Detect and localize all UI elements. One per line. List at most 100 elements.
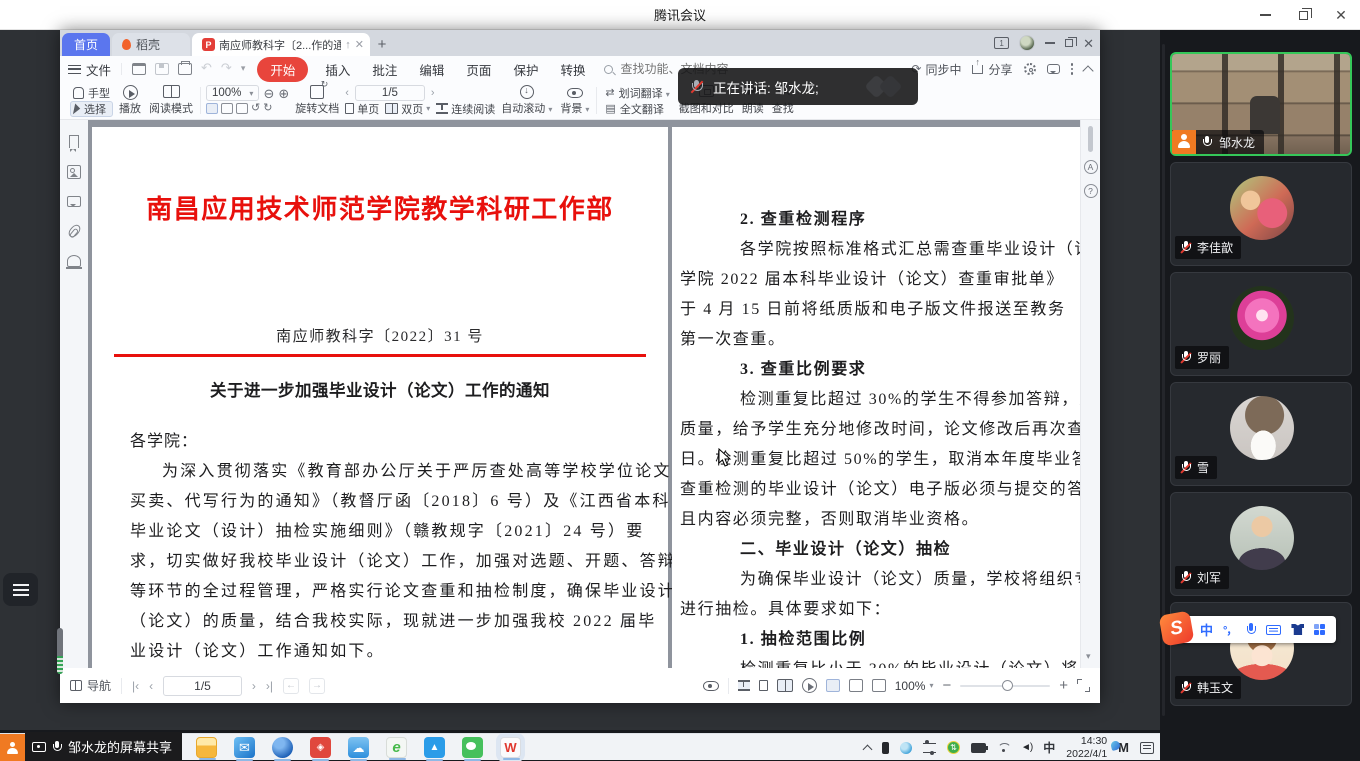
comment-panel-icon[interactable] bbox=[67, 196, 81, 207]
sync-status[interactable]: ⟳同步中 bbox=[911, 61, 961, 78]
select-tool[interactable]: 选择 bbox=[70, 101, 113, 117]
stamp-icon[interactable] bbox=[67, 255, 81, 267]
input-method-bar[interactable]: S 中 °， bbox=[1168, 616, 1336, 643]
last-page-icon[interactable]: ›| bbox=[266, 679, 273, 693]
quickbar-dropdown-icon[interactable]: ▾ bbox=[241, 63, 246, 75]
participant-tile[interactable]: 邹水龙 bbox=[1170, 52, 1352, 156]
menu-item-1[interactable]: 批注 bbox=[361, 57, 408, 82]
minimize-button[interactable] bbox=[1246, 0, 1284, 30]
taskbar-app-appstore[interactable]: ◈ bbox=[310, 737, 331, 758]
zoom-select[interactable]: 100%▾ bbox=[206, 85, 259, 101]
menu-item-2[interactable]: 编辑 bbox=[408, 57, 455, 82]
cloud-upload-icon[interactable]: ↑ bbox=[345, 39, 351, 51]
taskbar-app-wps[interactable]: W bbox=[500, 737, 521, 758]
tab-close-icon[interactable]: ✕ bbox=[355, 38, 364, 51]
zoom-slider[interactable] bbox=[960, 685, 1050, 687]
auto-scroll-tool[interactable]: 自动滚动 ▾ bbox=[497, 84, 556, 117]
bookmark-icon[interactable] bbox=[69, 135, 79, 148]
play-tool[interactable]: 播放 bbox=[115, 84, 145, 117]
fit-actual-icon[interactable] bbox=[206, 103, 218, 114]
lookup-icon[interactable]: A bbox=[1084, 160, 1098, 174]
history-forward-icon[interactable]: → bbox=[309, 678, 325, 694]
notification-center-icon[interactable] bbox=[1140, 742, 1154, 754]
participant-tile[interactable]: 刘军 bbox=[1170, 492, 1352, 596]
status-fit-page-icon[interactable] bbox=[872, 679, 886, 692]
feedback-icon[interactable] bbox=[1047, 64, 1060, 74]
scroll-down-icon[interactable]: ▾ bbox=[1086, 651, 1091, 662]
zoom-slider-knob[interactable] bbox=[1002, 680, 1013, 691]
mail-tray-icon[interactable]: M bbox=[1118, 740, 1129, 755]
more-options-icon[interactable] bbox=[1071, 63, 1074, 75]
menu-item-0[interactable]: 插入 bbox=[314, 57, 361, 82]
menu-item-4[interactable]: 保护 bbox=[502, 57, 549, 82]
ime-keyboard-icon[interactable] bbox=[1266, 625, 1281, 635]
taskbar-app-explorer[interactable] bbox=[196, 737, 217, 758]
hand-tool[interactable]: 手型 bbox=[70, 85, 113, 101]
clock[interactable]: 14:302022/4/1 bbox=[1066, 735, 1107, 760]
gear-icon[interactable] bbox=[1024, 63, 1036, 75]
menu-item-3[interactable]: 页面 bbox=[455, 57, 502, 82]
taskbar-app-gallery[interactable]: ▲ bbox=[424, 737, 445, 758]
participant-tile[interactable]: 雪 bbox=[1170, 382, 1352, 486]
status-continuous-icon[interactable] bbox=[738, 680, 750, 691]
next-page-icon-status[interactable]: › bbox=[252, 679, 256, 693]
pdf-restore-icon[interactable] bbox=[1065, 39, 1073, 47]
participant-tile[interactable]: 罗丽 bbox=[1170, 272, 1352, 376]
rotate-doc-tool[interactable]: 旋转文档 bbox=[291, 84, 343, 117]
mini-scrollbar[interactable] bbox=[57, 628, 63, 674]
pdf-close-icon[interactable]: ✕ bbox=[1083, 37, 1094, 50]
save-icon[interactable] bbox=[155, 63, 169, 75]
status-zoom-value[interactable]: 100%▾ bbox=[895, 679, 934, 693]
print-icon[interactable] bbox=[178, 63, 192, 75]
ime-punctuation[interactable]: °， bbox=[1223, 622, 1236, 638]
settings-slider-icon[interactable] bbox=[923, 743, 936, 753]
prev-page-icon[interactable]: ‹ bbox=[345, 87, 349, 99]
menu-item-5[interactable]: 转换 bbox=[549, 57, 596, 82]
meeting-panel-toggle[interactable] bbox=[3, 573, 38, 606]
collapse-ribbon-icon[interactable] bbox=[1082, 65, 1093, 76]
status-single-page-icon[interactable] bbox=[759, 680, 768, 691]
rotate-left-icon[interactable]: ↺ bbox=[251, 103, 260, 114]
double-page-mode[interactable]: 双页▾ bbox=[385, 101, 430, 117]
taskbar-app-mail[interactable]: ✉ bbox=[234, 737, 255, 758]
ime-toolbox-icon[interactable] bbox=[1314, 624, 1325, 635]
zoom-in-button[interactable]: + bbox=[1059, 678, 1068, 693]
status-double-page-icon[interactable] bbox=[777, 679, 793, 692]
menu-start[interactable]: 开始 bbox=[257, 57, 308, 82]
first-page-icon[interactable]: |‹ bbox=[132, 679, 139, 693]
battery-icon[interactable] bbox=[971, 743, 986, 753]
screen-share-banner[interactable]: 邹水龙的屏幕共享 bbox=[25, 732, 182, 761]
taskbar-app-browser[interactable] bbox=[272, 737, 293, 758]
input-method-indicator[interactable]: 中 bbox=[1043, 739, 1055, 756]
tab-home[interactable]: 首页 bbox=[62, 33, 110, 56]
full-translate-tool[interactable]: ▤全文翻译 bbox=[602, 101, 672, 117]
continuous-mode[interactable]: 连续阅读 bbox=[436, 101, 495, 117]
status-eye-icon[interactable] bbox=[703, 681, 719, 691]
participant-tile[interactable]: 李佳歆 bbox=[1170, 162, 1352, 266]
status-page-indicator[interactable]: 1/5 bbox=[163, 676, 242, 696]
status-fit-actual-icon[interactable] bbox=[826, 679, 840, 692]
rotate-right-icon[interactable]: ↻ bbox=[263, 103, 272, 114]
pdf-minimize-icon[interactable] bbox=[1045, 42, 1055, 43]
scrollbar-thumb[interactable] bbox=[1088, 126, 1093, 152]
help-icon[interactable]: ? bbox=[1084, 184, 1098, 198]
file-menu[interactable]: 文件 bbox=[68, 60, 111, 79]
zoom-out-icon[interactable]: ⊖ bbox=[263, 87, 274, 100]
taskbar-app-ie[interactable]: e bbox=[386, 737, 407, 758]
fit-page-icon[interactable] bbox=[236, 103, 248, 114]
next-page-icon[interactable]: › bbox=[431, 87, 435, 99]
prev-page-icon-status[interactable]: ‹ bbox=[149, 679, 153, 693]
phone-link-icon[interactable] bbox=[882, 742, 889, 754]
tab-document[interactable]: P 南应师教科字〔2...作的通知.pdf ↑ ✕ bbox=[192, 33, 370, 56]
background-tool[interactable]: 背景 ▾ bbox=[556, 84, 593, 117]
fullscreen-icon[interactable] bbox=[1077, 679, 1090, 692]
new-tab-button[interactable]: + bbox=[372, 34, 392, 54]
sync-tray-icon[interactable]: ⇅ bbox=[947, 741, 960, 754]
tab-docer[interactable]: 稻壳 bbox=[112, 33, 190, 56]
ime-skin-icon[interactable] bbox=[1291, 624, 1304, 635]
read-mode-tool[interactable]: 阅读模式 bbox=[145, 84, 197, 117]
page-indicator[interactable]: 1/5 bbox=[355, 85, 425, 101]
attachment-icon[interactable] bbox=[66, 223, 82, 240]
redo-icon[interactable]: ↷ bbox=[221, 63, 232, 75]
restore-button[interactable] bbox=[1284, 0, 1322, 30]
